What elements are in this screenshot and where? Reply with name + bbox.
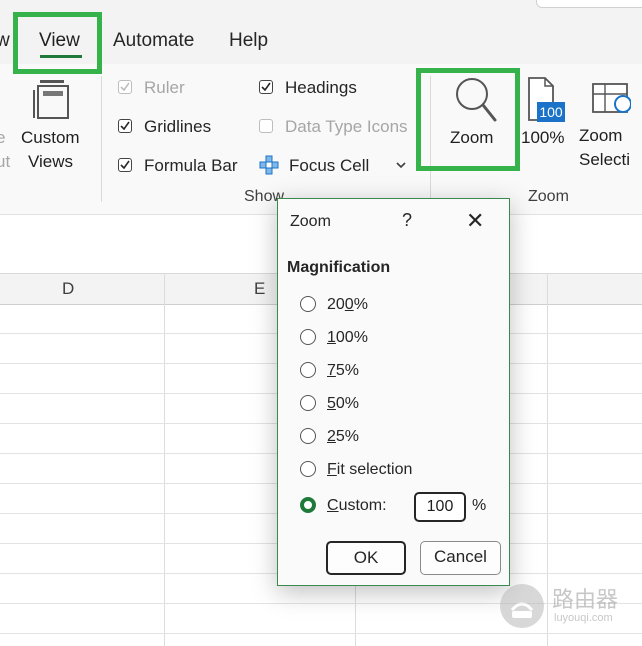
- close-icon[interactable]: ✕: [466, 208, 484, 234]
- row-line: [0, 633, 642, 634]
- option-200-label[interactable]: 200%: [327, 296, 368, 314]
- radio-75[interactable]: [300, 362, 316, 378]
- radio-50[interactable]: [300, 395, 316, 411]
- tab-review-cut[interactable]: w: [0, 30, 10, 52]
- watermark-cn: 路由器: [552, 587, 619, 612]
- custom-views-icon: [30, 78, 74, 122]
- custom-views-button[interactable]: Custom Views: [14, 126, 94, 176]
- custom-views-label-1: Custom: [21, 128, 80, 147]
- data-type-icons-label: Data Type Icons: [285, 117, 408, 136]
- radio-fit-selection[interactable]: [300, 461, 316, 477]
- radio-100[interactable]: [300, 329, 316, 345]
- magnification-heading: Magnification: [287, 259, 391, 276]
- cut-label-2: ut: [0, 152, 11, 171]
- ruler-label: Ruler: [144, 78, 185, 97]
- zoom-100-button[interactable]: 100 100%: [521, 74, 571, 162]
- focus-cell-button[interactable]: Focus Cell: [289, 156, 369, 176]
- watermark: 路由器 luyouqi.com: [500, 582, 630, 630]
- formula-bar-checkbox[interactable]: [118, 158, 132, 172]
- zoom-100-icon: 100: [525, 76, 565, 124]
- radio-custom[interactable]: [300, 497, 316, 513]
- radio-200[interactable]: [300, 296, 316, 312]
- title-bar-control: [536, 0, 642, 8]
- zoom-dialog: Zoom ? ✕ Magnification 200% 100% 75% 50%…: [277, 198, 510, 586]
- gridlines-label: Gridlines: [144, 117, 212, 136]
- zoom-selection-icon: [591, 80, 632, 125]
- radio-25[interactable]: [300, 428, 316, 444]
- cancel-button[interactable]: Cancel: [420, 541, 501, 575]
- router-logo-icon: [500, 584, 544, 628]
- data-type-icons-checkbox[interactable]: [259, 119, 273, 133]
- tab-help[interactable]: Help: [229, 30, 268, 52]
- gridlines-checkbox[interactable]: [118, 119, 132, 133]
- option-75-label[interactable]: 75%: [327, 362, 359, 380]
- custom-views-label-2: Views: [28, 152, 74, 171]
- percent-sign: %: [472, 497, 487, 514]
- column-divider: [164, 273, 165, 646]
- zoom-100-label: 100%: [521, 128, 565, 147]
- headings-checkbox[interactable]: [259, 80, 273, 94]
- zoom-group-label: Zoom: [528, 188, 569, 205]
- dialog-title: Zoom: [290, 213, 331, 230]
- ribbon-divider: [101, 76, 102, 202]
- zoom-button-highlight: [416, 68, 520, 171]
- option-50-label[interactable]: 50%: [327, 395, 359, 413]
- custom-zoom-input[interactable]: 100: [414, 492, 466, 522]
- ruler-checkbox[interactable]: [118, 80, 132, 94]
- focus-cell-icon: [259, 155, 279, 175]
- option-100-label[interactable]: 100%: [327, 329, 368, 347]
- option-fit-selection-label[interactable]: Fit selection: [327, 461, 412, 479]
- tab-automate[interactable]: Automate: [113, 30, 194, 52]
- watermark-en: luyouqi.com: [554, 612, 613, 624]
- help-button[interactable]: ?: [402, 210, 412, 231]
- zoom-selection-label-2: Selecti: [579, 150, 631, 169]
- chevron-down-icon[interactable]: [395, 158, 407, 170]
- view-tab-highlight: [13, 12, 102, 74]
- column-header-d[interactable]: D: [62, 279, 74, 299]
- zoom-100-icon-badge: 100: [537, 102, 565, 122]
- option-25-label[interactable]: 25%: [327, 428, 359, 446]
- formula-bar-label: Formula Bar: [144, 156, 238, 175]
- option-custom-label[interactable]: Custom:: [327, 497, 387, 515]
- column-header-e[interactable]: E: [254, 279, 265, 299]
- zoom-selection-label-1: Zoom: [579, 126, 623, 145]
- cut-label-1: e: [0, 128, 6, 147]
- zoom-to-selection-button[interactable]: Zoom Selecti: [577, 76, 642, 172]
- ok-button[interactable]: OK: [326, 541, 406, 575]
- headings-label: Headings: [285, 78, 357, 97]
